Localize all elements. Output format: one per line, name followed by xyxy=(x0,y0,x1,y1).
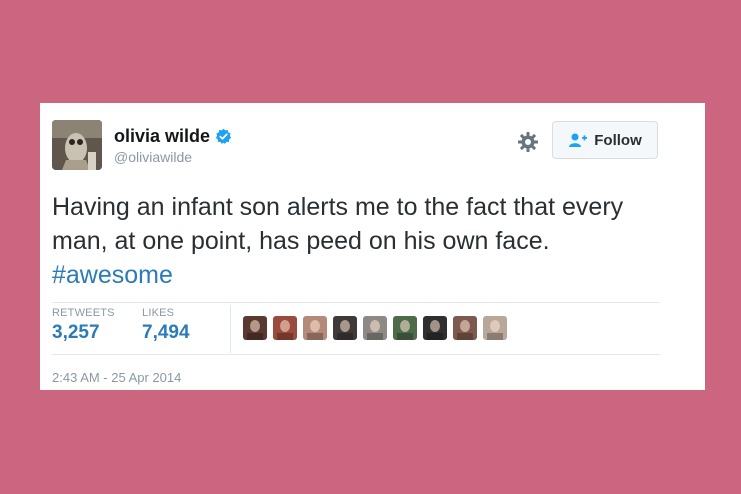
display-name[interactable]: olivia wilde xyxy=(114,126,210,147)
tweet-timestamp[interactable]: 2:43 AM - 25 Apr 2014 xyxy=(52,370,181,385)
stats-bottom-divider xyxy=(52,354,660,355)
liker-avatar[interactable] xyxy=(243,316,267,340)
retweets-stat[interactable]: RETWEETS 3,257 xyxy=(52,307,122,344)
liker-avatars xyxy=(243,316,513,340)
liker-avatar[interactable] xyxy=(273,316,297,340)
follow-button[interactable]: Follow xyxy=(552,121,658,159)
retweets-count[interactable]: 3,257 xyxy=(52,322,122,344)
tweet-text: Having an infant son alerts me to the fa… xyxy=(52,190,652,292)
name-row: olivia wilde xyxy=(114,126,232,147)
follow-label: Follow xyxy=(594,131,642,149)
verified-badge-icon xyxy=(215,128,232,145)
liker-avatar[interactable] xyxy=(333,316,357,340)
likes-label: LIKES xyxy=(142,307,175,319)
tweet-card: olivia wilde @oliviawilde Follow Having … xyxy=(40,103,705,390)
liker-avatar[interactable] xyxy=(363,316,387,340)
liker-avatar[interactable] xyxy=(483,316,507,340)
hashtag-link[interactable]: #awesome xyxy=(52,261,173,289)
user-handle[interactable]: @oliviawilde xyxy=(114,149,192,165)
owl-photo-avatar xyxy=(52,120,102,170)
tweet-stats: RETWEETS 3,257 LIKES 7,494 xyxy=(52,307,210,344)
add-user-icon xyxy=(568,132,588,148)
stats-separator xyxy=(230,305,231,353)
stats-top-divider xyxy=(52,302,660,303)
retweets-label: RETWEETS xyxy=(52,307,115,319)
likes-stat[interactable]: LIKES 7,494 xyxy=(142,307,190,344)
gear-icon[interactable] xyxy=(516,130,540,154)
liker-avatar[interactable] xyxy=(453,316,477,340)
liker-avatar[interactable] xyxy=(303,316,327,340)
liker-avatar[interactable] xyxy=(423,316,447,340)
likes-count[interactable]: 7,494 xyxy=(142,322,190,344)
user-avatar[interactable] xyxy=(52,120,102,170)
liker-avatar[interactable] xyxy=(393,316,417,340)
tweet-body: Having an infant son alerts me to the fa… xyxy=(52,193,624,255)
